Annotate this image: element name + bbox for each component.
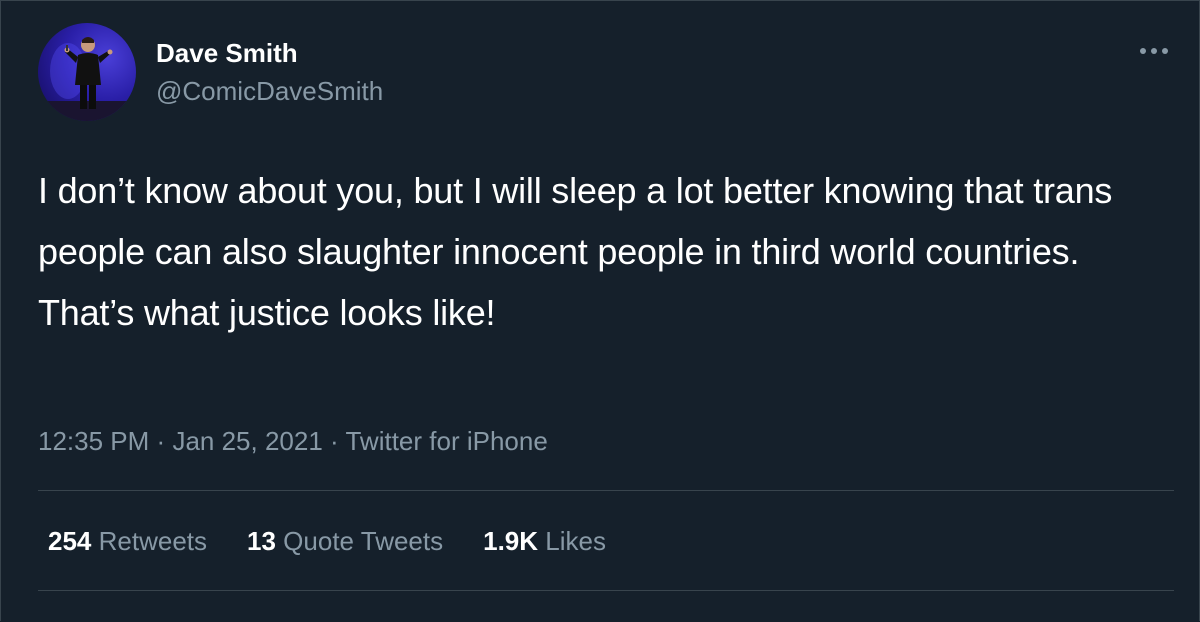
author-display-name[interactable]: Dave Smith — [156, 36, 298, 70]
quote-tweets-count: 13 — [247, 526, 276, 556]
retweets-count: 254 — [48, 526, 92, 556]
likes-count: 1.9K — [483, 526, 539, 556]
tweet-text: I don’t know about you, but I will sleep… — [38, 170, 1113, 333]
quote-tweets-label: Quote Tweets — [283, 526, 444, 556]
author-handle[interactable]: @ComicDaveSmith — [156, 74, 383, 108]
more-horizontal-icon — [1140, 48, 1168, 54]
retweets-label: Retweets — [98, 526, 208, 556]
meta-separator: · — [330, 426, 339, 456]
tweet-time[interactable]: 12:35 PM — [38, 426, 149, 456]
engagement-stats: 254 Retweets 13 Quote Tweets 1.9K Likes — [48, 524, 646, 558]
tweet-source[interactable]: Twitter for iPhone — [345, 426, 547, 456]
avatar[interactable] — [38, 23, 136, 121]
quote-tweets-stat[interactable]: 13 Quote Tweets — [247, 524, 443, 558]
likes-label: Likes — [545, 526, 606, 556]
more-options-button[interactable] — [1134, 38, 1174, 64]
retweets-stat[interactable]: 254 Retweets — [48, 524, 207, 558]
tweet-date[interactable]: Jan 25, 2021 — [172, 426, 322, 456]
divider — [38, 590, 1174, 591]
meta-separator: · — [156, 426, 166, 456]
divider — [38, 490, 1174, 491]
profile-photo-icon — [38, 37, 136, 121]
likes-stat[interactable]: 1.9K Likes — [483, 524, 606, 558]
tweet-metadata: 12:35 PM · Jan 25, 2021 · Twitter for iP… — [38, 424, 548, 458]
